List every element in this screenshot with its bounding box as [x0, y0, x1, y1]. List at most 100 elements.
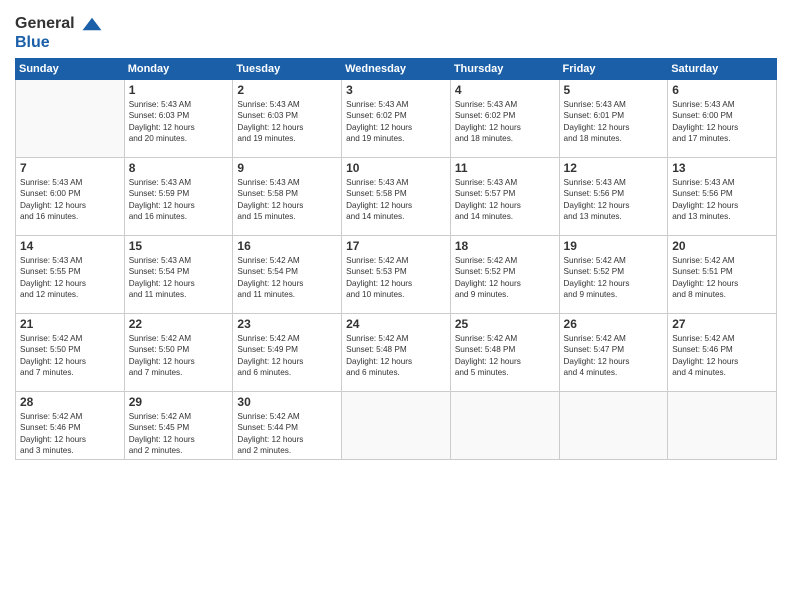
week-row-1: 1 Sunrise: 5:43 AM Sunset: 6:03 PM Daylig…	[16, 80, 777, 158]
week-row-3: 14 Sunrise: 5:43 AM Sunset: 5:55 PM Dayli…	[16, 236, 777, 314]
day-info: Sunrise: 5:43 AM Sunset: 6:03 PM Dayligh…	[129, 99, 229, 143]
day-number: 23	[237, 317, 337, 331]
day-info: Sunrise: 5:43 AM Sunset: 5:56 PM Dayligh…	[564, 177, 664, 221]
calendar-cell: 1 Sunrise: 5:43 AM Sunset: 6:03 PM Daylig…	[124, 80, 233, 158]
calendar-cell: 30Sunrise: 5:42 AM Sunset: 5:44 PM Dayli…	[233, 392, 342, 459]
day-info: Sunrise: 5:42 AM Sunset: 5:48 PM Dayligh…	[455, 333, 555, 377]
day-number: 12	[564, 161, 664, 175]
page: General Blue SundayMondayTuesdayWednesda…	[0, 0, 792, 612]
day-number: 28	[20, 395, 120, 409]
day-info: Sunrise: 5:42 AM Sunset: 5:46 PM Dayligh…	[672, 333, 772, 377]
calendar-cell: 3 Sunrise: 5:43 AM Sunset: 6:02 PM Daylig…	[342, 80, 451, 158]
day-number: 16	[237, 239, 337, 253]
calendar-cell: 22 Sunrise: 5:42 AM Sunset: 5:50 PM Dayli…	[124, 314, 233, 392]
calendar-cell: 28 Sunrise: 5:42 AM Sunset: 5:46 PM Dayli…	[16, 392, 125, 459]
calendar-cell	[559, 392, 668, 459]
day-info: Sunrise: 5:43 AM Sunset: 6:01 PM Dayligh…	[564, 99, 664, 143]
col-header-friday: Friday	[559, 59, 668, 80]
day-number: 17	[346, 239, 446, 253]
calendar-cell: 8Sunrise: 5:43 AM Sunset: 5:59 PM Daylig…	[124, 158, 233, 236]
calendar-cell: 9 Sunrise: 5:43 AM Sunset: 5:58 PM Daylig…	[233, 158, 342, 236]
calendar-cell: 13 Sunrise: 5:43 AM Sunset: 5:56 PM Dayli…	[668, 158, 777, 236]
day-number: 18	[455, 239, 555, 253]
day-number: 21	[20, 317, 120, 331]
calendar-cell: 2 Sunrise: 5:43 AM Sunset: 6:03 PM Daylig…	[233, 80, 342, 158]
day-info: Sunrise: 5:43 AM Sunset: 5:57 PM Dayligh…	[455, 177, 555, 221]
calendar-cell	[16, 80, 125, 158]
calendar-cell: 25Sunrise: 5:42 AM Sunset: 5:48 PM Dayli…	[450, 314, 559, 392]
day-info: Sunrise: 5:43 AM Sunset: 6:03 PM Dayligh…	[237, 99, 337, 143]
day-info: Sunrise: 5:42 AM Sunset: 5:50 PM Dayligh…	[129, 333, 229, 377]
calendar-cell: 6Sunrise: 5:43 AM Sunset: 6:00 PM Daylig…	[668, 80, 777, 158]
calendar-cell: 19 Sunrise: 5:42 AM Sunset: 5:52 PM Dayli…	[559, 236, 668, 314]
day-number: 2	[237, 83, 337, 97]
calendar-cell: 7 Sunrise: 5:43 AM Sunset: 6:00 PM Daylig…	[16, 158, 125, 236]
day-info: Sunrise: 5:43 AM Sunset: 6:00 PM Dayligh…	[20, 177, 120, 221]
day-number: 11	[455, 161, 555, 175]
calendar-cell	[450, 392, 559, 459]
day-number: 15	[129, 239, 229, 253]
week-row-4: 21 Sunrise: 5:42 AM Sunset: 5:50 PM Dayli…	[16, 314, 777, 392]
calendar-cell: 5 Sunrise: 5:43 AM Sunset: 6:01 PM Daylig…	[559, 80, 668, 158]
day-number: 26	[564, 317, 664, 331]
day-number: 24	[346, 317, 446, 331]
day-info: Sunrise: 5:43 AM Sunset: 5:54 PM Dayligh…	[129, 255, 229, 299]
day-number: 20	[672, 239, 772, 253]
day-number: 3	[346, 83, 446, 97]
day-number: 7	[20, 161, 120, 175]
col-header-thursday: Thursday	[450, 59, 559, 80]
day-number: 19	[564, 239, 664, 253]
calendar-cell: 15 Sunrise: 5:43 AM Sunset: 5:54 PM Dayli…	[124, 236, 233, 314]
day-info: Sunrise: 5:43 AM Sunset: 5:59 PM Dayligh…	[129, 177, 229, 221]
day-info: Sunrise: 5:43 AM Sunset: 5:58 PM Dayligh…	[237, 177, 337, 221]
calendar-cell: 29 Sunrise: 5:42 AM Sunset: 5:45 PM Dayli…	[124, 392, 233, 459]
calendar-cell: 23Sunrise: 5:42 AM Sunset: 5:49 PM Dayli…	[233, 314, 342, 392]
logo: General Blue	[15, 14, 103, 52]
col-header-monday: Monday	[124, 59, 233, 80]
day-number: 27	[672, 317, 772, 331]
day-info: Sunrise: 5:43 AM Sunset: 5:56 PM Dayligh…	[672, 177, 772, 221]
day-info: Sunrise: 5:42 AM Sunset: 5:52 PM Dayligh…	[564, 255, 664, 299]
day-info: Sunrise: 5:43 AM Sunset: 6:02 PM Dayligh…	[455, 99, 555, 143]
day-info: Sunrise: 5:43 AM Sunset: 5:55 PM Dayligh…	[20, 255, 120, 299]
day-number: 13	[672, 161, 772, 175]
day-info: Sunrise: 5:42 AM Sunset: 5:51 PM Dayligh…	[672, 255, 772, 299]
day-info: Sunrise: 5:42 AM Sunset: 5:46 PM Dayligh…	[20, 411, 120, 455]
day-number: 6	[672, 83, 772, 97]
day-number: 1	[129, 83, 229, 97]
calendar-cell: 21 Sunrise: 5:42 AM Sunset: 5:50 PM Dayli…	[16, 314, 125, 392]
calendar-cell: 11 Sunrise: 5:43 AM Sunset: 5:57 PM Dayli…	[450, 158, 559, 236]
day-info: Sunrise: 5:43 AM Sunset: 6:02 PM Dayligh…	[346, 99, 446, 143]
day-number: 30	[237, 395, 337, 409]
logo-text: General	[15, 14, 103, 33]
calendar-cell: 26Sunrise: 5:42 AM Sunset: 5:47 PM Dayli…	[559, 314, 668, 392]
calendar-cell: 27 Sunrise: 5:42 AM Sunset: 5:46 PM Dayli…	[668, 314, 777, 392]
day-info: Sunrise: 5:42 AM Sunset: 5:45 PM Dayligh…	[129, 411, 229, 455]
week-row-2: 7 Sunrise: 5:43 AM Sunset: 6:00 PM Daylig…	[16, 158, 777, 236]
calendar-header-row: SundayMondayTuesdayWednesdayThursdayFrid…	[16, 59, 777, 80]
day-info: Sunrise: 5:42 AM Sunset: 5:52 PM Dayligh…	[455, 255, 555, 299]
day-number: 9	[237, 161, 337, 175]
day-info: Sunrise: 5:42 AM Sunset: 5:53 PM Dayligh…	[346, 255, 446, 299]
calendar-cell: 24 Sunrise: 5:42 AM Sunset: 5:48 PM Dayli…	[342, 314, 451, 392]
day-info: Sunrise: 5:42 AM Sunset: 5:50 PM Dayligh…	[20, 333, 120, 377]
calendar-cell: 16 Sunrise: 5:42 AM Sunset: 5:54 PM Dayli…	[233, 236, 342, 314]
day-number: 10	[346, 161, 446, 175]
calendar-cell: 10 Sunrise: 5:43 AM Sunset: 5:58 PM Dayli…	[342, 158, 451, 236]
day-number: 14	[20, 239, 120, 253]
calendar-cell	[668, 392, 777, 459]
day-number: 5	[564, 83, 664, 97]
calendar-cell: 20 Sunrise: 5:42 AM Sunset: 5:51 PM Dayli…	[668, 236, 777, 314]
day-info: Sunrise: 5:43 AM Sunset: 5:58 PM Dayligh…	[346, 177, 446, 221]
day-number: 4	[455, 83, 555, 97]
col-header-saturday: Saturday	[668, 59, 777, 80]
day-info: Sunrise: 5:42 AM Sunset: 5:54 PM Dayligh…	[237, 255, 337, 299]
col-header-sunday: Sunday	[16, 59, 125, 80]
day-number: 22	[129, 317, 229, 331]
week-row-5: 28 Sunrise: 5:42 AM Sunset: 5:46 PM Dayli…	[16, 392, 777, 459]
logo-blue: Blue	[15, 33, 103, 52]
header: General Blue	[15, 10, 777, 52]
calendar-cell: 4 Sunrise: 5:43 AM Sunset: 6:02 PM Daylig…	[450, 80, 559, 158]
day-number: 29	[129, 395, 229, 409]
day-info: Sunrise: 5:42 AM Sunset: 5:48 PM Dayligh…	[346, 333, 446, 377]
